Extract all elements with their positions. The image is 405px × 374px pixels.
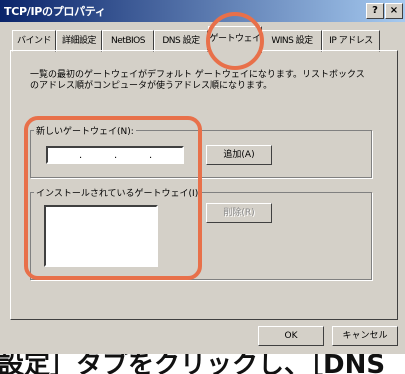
title-bar[interactable]: TCP/IPのプロパティ ? × bbox=[0, 0, 405, 22]
close-button[interactable]: × bbox=[385, 3, 403, 19]
caption-text-strip: 設定］タブをクリックし、［DNS bbox=[0, 354, 405, 374]
description-line-1: 一覧の最初のゲートウェイがデフォルト ゲートウェイになります。リストボックス bbox=[30, 70, 365, 80]
window-title: TCP/IPのプロパティ bbox=[4, 5, 106, 18]
help-button[interactable]: ? bbox=[366, 3, 384, 19]
tab-bind[interactable]: バインド bbox=[12, 30, 56, 52]
highlight-circle bbox=[206, 12, 264, 70]
caption-text: 設定］タブをクリックし、［DNS bbox=[0, 354, 386, 374]
tab-dns[interactable]: DNS 設定 bbox=[154, 30, 208, 52]
tab-wins[interactable]: WINS 設定 bbox=[262, 30, 322, 52]
add-button[interactable]: 追加(A) bbox=[206, 145, 272, 165]
tab-advanced[interactable]: 詳細設定 bbox=[56, 30, 102, 52]
tab-ip-address[interactable]: IP アドレス bbox=[322, 30, 380, 52]
cancel-button[interactable]: キャンセル bbox=[332, 326, 398, 346]
description-line-2: のアドレス順がコンピュータが使うアドレス順になります。 bbox=[30, 81, 273, 91]
ok-button[interactable]: OK bbox=[258, 326, 324, 346]
highlight-frame bbox=[24, 116, 202, 280]
description-text: 一覧の最初のゲートウェイがデフォルト ゲートウェイになります。リストボックス の… bbox=[30, 70, 365, 92]
tcpip-properties-dialog: TCP/IPのプロパティ ? × バインド 詳細設定 NetBIOS DNS 設… bbox=[0, 0, 405, 354]
remove-button[interactable]: 削除(R) bbox=[206, 203, 272, 223]
tab-netbios[interactable]: NetBIOS bbox=[102, 30, 154, 52]
